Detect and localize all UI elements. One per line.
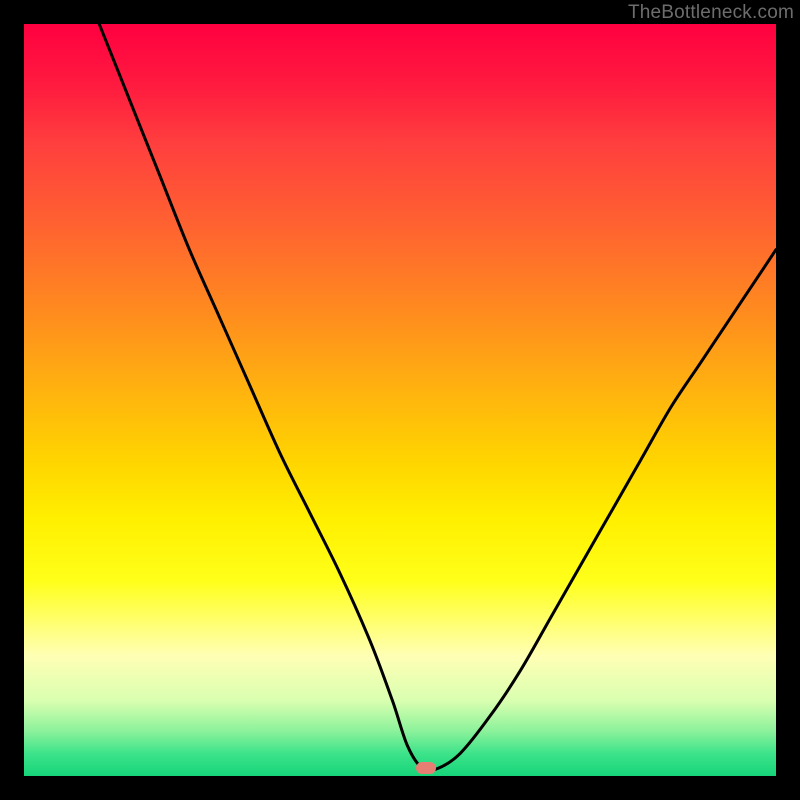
plot-area — [24, 24, 776, 776]
min-marker — [416, 762, 436, 774]
chart-stage: TheBottleneck.com — [0, 0, 800, 800]
curve-svg — [24, 24, 776, 776]
watermark-text: TheBottleneck.com — [628, 2, 794, 24]
bottleneck-curve — [99, 24, 776, 771]
